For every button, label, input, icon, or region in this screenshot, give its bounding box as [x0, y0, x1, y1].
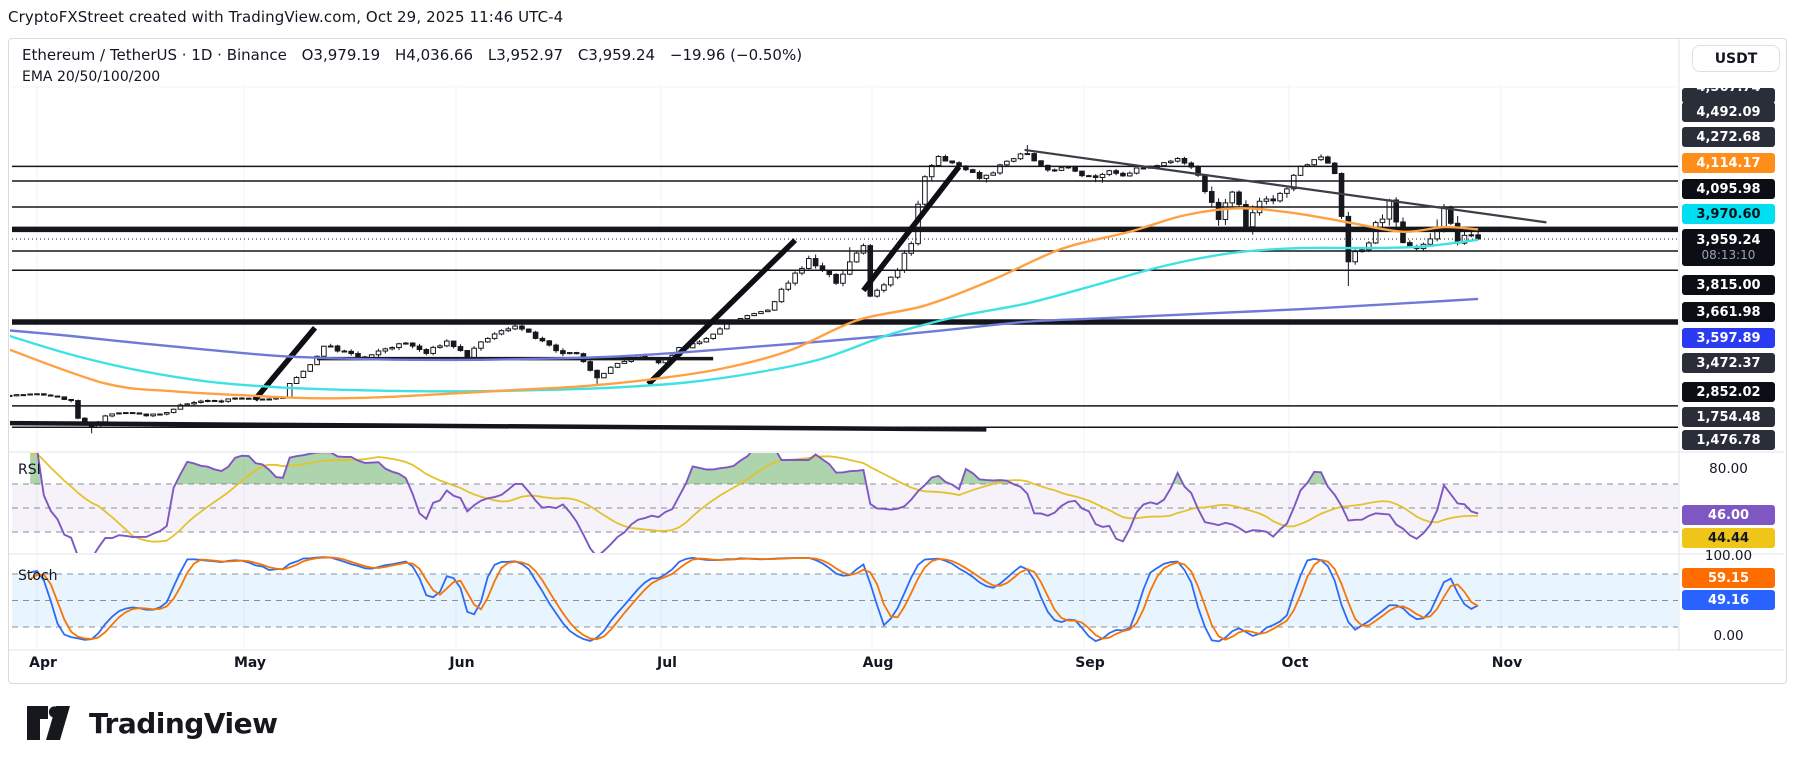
price-scale-label: 3,472.37 — [1682, 353, 1775, 373]
price-scale-label: 4,114.17 — [1682, 153, 1775, 173]
price-scale-label: 44.44 — [1682, 528, 1775, 548]
tradingview-logo: TradingView — [26, 702, 278, 744]
price-scale-label: 3,597.89 — [1682, 328, 1775, 348]
time-axis-label-nov: Nov — [1491, 655, 1523, 671]
countdown-timer: 08:13:10 — [1701, 248, 1756, 262]
drawn-levels — [10, 148, 1678, 432]
price-scale-value: 0.00 — [1713, 628, 1744, 645]
time-axis-label-may: May — [233, 655, 267, 671]
currency-toggle-button[interactable]: USDT — [1692, 45, 1780, 72]
time-axis-label-oct: Oct — [1281, 655, 1309, 671]
ohlc-close: C3,959.24 — [577, 46, 656, 64]
pane-dividers — [9, 39, 1784, 651]
time-axis-label-jul: Jul — [657, 655, 677, 671]
time-axis-label-apr: Apr — [29, 655, 57, 671]
ohlc-change: −19.96 (−0.50%) — [669, 46, 803, 64]
stoch-pane-title[interactable]: Stoch — [18, 568, 58, 584]
price-scale-label: 3,661.98 — [1682, 302, 1775, 322]
symbol-title[interactable]: Ethereum / TetherUS · 1D · Binance — [22, 46, 287, 64]
price-scale-label: 2,852.02 — [1682, 382, 1775, 402]
ohlc-low: L3,952.97 — [487, 46, 564, 64]
tradingview-logo-icon — [27, 706, 70, 740]
indicator-bands — [12, 483, 1678, 628]
price-scale-label: 1,476.78 — [1682, 430, 1775, 450]
price-scale-value: 80.00 — [1709, 461, 1748, 478]
price-scale-label: 49.16 — [1682, 590, 1775, 610]
ema-cyan-line — [10, 238, 1479, 393]
chart-title: Ethereum / TetherUS · 1D · Binance O3,97… — [22, 46, 812, 64]
time-axis-label-aug: Aug — [862, 655, 894, 671]
ema-indicator-label[interactable]: EMA 20/50/100/200 — [22, 69, 160, 85]
ohlc-open: O3,979.19 — [301, 46, 381, 64]
ema-orange-line — [10, 207, 1479, 400]
price-scale-label: 3,970.60 — [1682, 204, 1775, 224]
price-scale-label: 3,815.00 — [1682, 275, 1775, 295]
price-scale-label: 4,492.09 — [1682, 102, 1775, 122]
price-scale-value: 100.00 — [1704, 548, 1753, 565]
tradingview-logo-text: TradingView — [89, 706, 278, 740]
ema-purple-line — [10, 297, 1479, 362]
ema-lines — [10, 207, 1479, 400]
price-scale-label: 59.15 — [1682, 568, 1775, 588]
time-axis-label-sep: Sep — [1075, 655, 1105, 671]
price-scale-label: 4,567.74 — [1682, 88, 1775, 103]
price-scale-label: 4,272.68 — [1682, 127, 1775, 147]
price-scale-label: 4,095.98 — [1682, 179, 1775, 199]
price-scale-label: 1,754.48 — [1682, 407, 1775, 427]
time-axis-label-jun: Jun — [449, 655, 475, 671]
price-scale-label: 46.00 — [1682, 505, 1775, 525]
watermark-header: CryptoFXStreet created with TradingView.… — [8, 8, 564, 26]
price-scale-label: 3,959.24 08:13:10 — [1682, 229, 1775, 266]
ohlc-high: H4,036.66 — [395, 46, 474, 64]
rsi-pane-title[interactable]: RSI — [18, 462, 41, 478]
chart-plot-area[interactable] — [0, 0, 1793, 773]
